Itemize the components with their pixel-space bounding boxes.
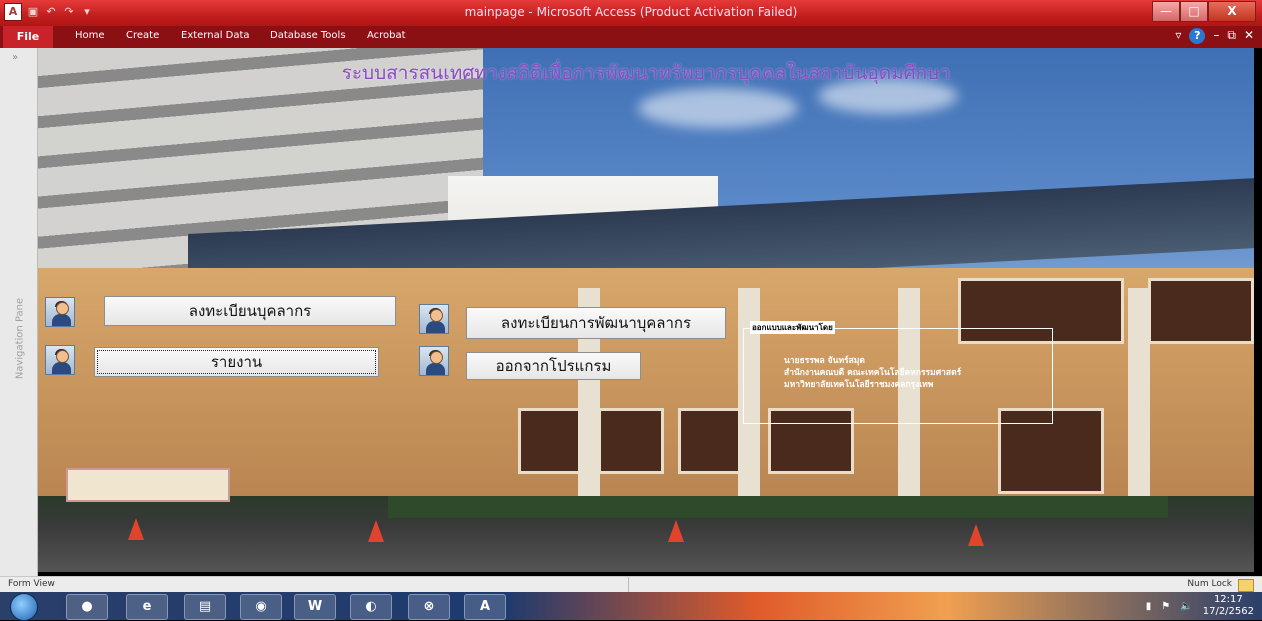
nav-expand-icon[interactable]: » [12,52,18,63]
tab-external-data[interactable]: External Data [181,30,250,41]
clock-time: 12:17 [1213,594,1243,605]
status-bar: Form View Num Lock [0,576,1262,593]
building-window [518,408,584,474]
background-banner [66,468,230,502]
media-icon[interactable]: ◐ [350,594,392,620]
credit-caption: ออกแบบและพัฒนาโดย [750,321,835,334]
num-lock-indicator: Num Lock [1187,579,1232,589]
register-personnel-button[interactable]: ลงทะเบียนบุคลากร [104,296,396,326]
ribbon-tabs: File Home Create External Data Database … [0,26,1262,48]
status-divider [628,577,629,593]
window-controls: — □ X [1152,1,1256,22]
clock[interactable]: 12:17 17/2/2562 [1203,594,1254,618]
tab-home[interactable]: Home [75,30,105,41]
register-development-button[interactable]: ลงทะเบียนการพัฒนาบุคลากร [466,307,726,339]
form-view-icon[interactable] [1238,579,1254,592]
tab-create[interactable]: Create [126,30,159,41]
doc-close-icon[interactable]: ✕ [1244,28,1254,44]
building-window [1148,278,1254,344]
tab-file[interactable]: File [3,26,53,48]
user-icon [45,297,75,327]
tab-database-tools[interactable]: Database Tools [270,30,346,41]
taskbar: ● e ▤ ◉ W ◐ ⊗ A ▮ ⚑ 🔈 12:17 17/2/2562 [0,592,1262,621]
doc-minimize-icon[interactable]: – [1213,28,1219,44]
clock-date: 17/2/2562 [1202,606,1254,617]
building-window [598,408,664,474]
flag-icon[interactable]: ⚑ [1161,601,1170,612]
main-form: ระบบสารสนเทศทางสถิติเพื่อการพัฒนาทรัพยาก… [38,48,1254,572]
exit-program-button[interactable]: ออกจากโปรแกรม [466,352,641,380]
sync-icon[interactable]: ⊗ [408,594,450,620]
report-button[interactable]: รายงาน [94,347,379,377]
ribbon-right-controls: ▿ ? – ⧉ ✕ [1175,28,1254,44]
traffic-cone [968,524,984,546]
ie-icon[interactable]: e [126,594,168,620]
navigation-pane[interactable]: » Navigation Pane [0,48,38,576]
user-icon [45,345,75,375]
credit-line: มหาวิทยาลัยเทคโนโลยีราชมงคลกรุงเทพ [784,380,934,390]
close-button[interactable]: X [1208,1,1256,22]
background-hedge [388,496,1168,518]
building-window [678,408,744,474]
network-icon[interactable]: ▮ [1146,601,1152,612]
volume-icon[interactable]: 🔈 [1180,601,1192,612]
cloud [638,88,798,128]
chrome-icon[interactable]: ◉ [240,594,282,620]
navigation-pane-label: Navigation Pane [14,297,26,380]
minimize-button[interactable]: — [1152,1,1180,22]
user-icon [419,346,449,376]
tab-acrobat[interactable]: Acrobat [367,30,406,41]
access-icon[interactable]: A [464,594,506,620]
explorer-icon[interactable]: ▤ [184,594,226,620]
building-pillar [1128,288,1150,508]
maximize-button[interactable]: □ [1180,1,1208,22]
word-icon[interactable]: W [294,594,336,620]
credit-box: ออกแบบและพัฒนาโดย นายธรรพล จันทร์สมุด สำ… [743,321,1053,424]
ribbon-collapse-icon[interactable]: ▿ [1175,28,1181,44]
user-icon [419,304,449,334]
window-title: mainpage - Microsoft Access (Product Act… [464,5,798,19]
view-mode-label: Form View [8,579,55,589]
traffic-cone [368,520,384,542]
start-button[interactable] [10,593,38,621]
title-bar: A ▣ ↶ ↷ ▾ mainpage - Microsoft Access (P… [0,0,1262,26]
form-title: ระบบสารสนเทศทางสถิติเพื่อการพัฒนาทรัพยาก… [341,62,951,84]
firefox-icon[interactable]: ● [66,594,108,620]
help-icon[interactable]: ? [1189,28,1206,44]
traffic-cone [128,518,144,540]
traffic-cone [668,520,684,542]
system-tray: ▮ ⚑ 🔈 12:17 17/2/2562 [1146,594,1254,618]
doc-restore-icon[interactable]: ⧉ [1227,28,1236,44]
